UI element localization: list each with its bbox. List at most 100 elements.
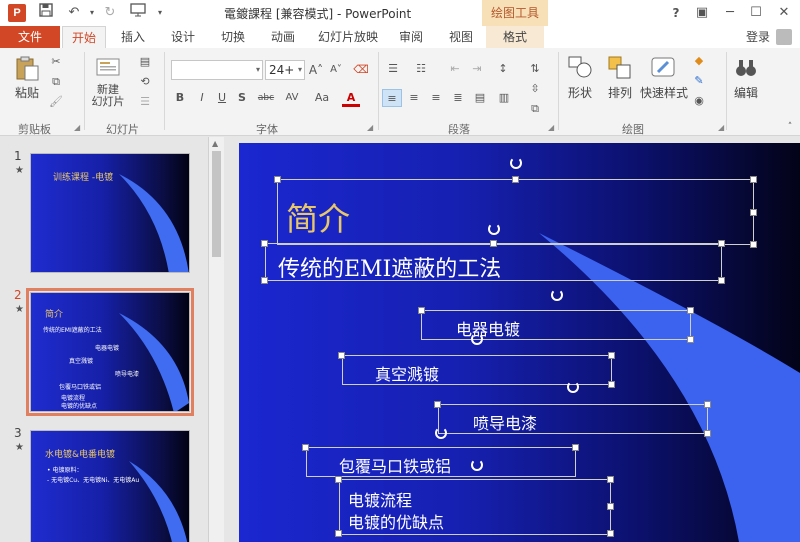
scroll-up-icon[interactable]: ▲ bbox=[212, 139, 218, 148]
font-launcher-icon[interactable]: ◢ bbox=[367, 123, 373, 132]
subtitle-placeholder[interactable]: 传统的EMI遮蔽的工法 bbox=[265, 243, 722, 282]
font-size-input[interactable]: 24+ ▾ bbox=[265, 60, 305, 80]
shape-fill-icon[interactable]: ◆ bbox=[690, 52, 708, 70]
resize-handle[interactable] bbox=[261, 277, 268, 284]
copy-icon[interactable]: ⧉ bbox=[48, 73, 64, 91]
resize-handle[interactable] bbox=[512, 176, 519, 183]
maximize-button[interactable]: ☐ bbox=[744, 3, 768, 23]
resize-handle[interactable] bbox=[704, 430, 711, 437]
slide-thumbnail-1[interactable]: 训练课程 -电镀 bbox=[30, 153, 190, 273]
tab-design[interactable]: 设计 bbox=[162, 26, 204, 48]
change-case-button[interactable]: Aa bbox=[308, 89, 336, 107]
justify-icon[interactable]: ≣ bbox=[448, 89, 468, 107]
resize-handle[interactable] bbox=[750, 209, 757, 216]
resize-handle[interactable] bbox=[607, 503, 614, 510]
font-color-button[interactable]: A bbox=[342, 89, 360, 107]
paragraph-launcher-icon[interactable]: ◢ bbox=[548, 123, 554, 132]
increase-indent-icon[interactable]: ⇥ bbox=[468, 60, 486, 78]
resize-handle[interactable] bbox=[335, 530, 342, 537]
slide-thumbnail-2[interactable]: 简介 传统的EMI遮蔽的工法 电器电镀 真空溅镀 喷导电漆 包覆马口铁或铝 电镀… bbox=[26, 288, 194, 416]
rotate-handle-icon[interactable] bbox=[435, 427, 447, 439]
distributed-icon[interactable]: ▤ bbox=[470, 89, 490, 107]
tab-format[interactable]: 格式 bbox=[486, 26, 544, 48]
undo-dropdown-icon[interactable]: ▾ bbox=[82, 3, 102, 23]
shapes-button[interactable]: 形状 bbox=[562, 54, 598, 101]
cut-icon[interactable]: ✂ bbox=[48, 53, 64, 71]
start-slideshow-icon[interactable] bbox=[128, 3, 148, 23]
resize-handle[interactable] bbox=[718, 240, 725, 247]
tab-home[interactable]: 开始 bbox=[62, 26, 106, 48]
rotate-handle-icon[interactable] bbox=[567, 381, 579, 393]
shape-outline-icon[interactable]: ✎ bbox=[690, 72, 708, 90]
tab-animations[interactable]: 动画 bbox=[262, 26, 304, 48]
align-right-icon[interactable]: ≡ bbox=[426, 89, 446, 107]
shape-effects-icon[interactable]: ◉ bbox=[690, 92, 708, 110]
rotate-handle-icon[interactable] bbox=[488, 223, 500, 235]
clipboard-launcher-icon[interactable]: ◢ bbox=[74, 123, 80, 132]
resize-handle[interactable] bbox=[607, 476, 614, 483]
resize-handle[interactable] bbox=[607, 530, 614, 537]
underline-button[interactable]: U bbox=[214, 89, 230, 107]
layout-icon[interactable]: ▤ bbox=[136, 53, 154, 71]
format-painter-icon[interactable]: 🖌 bbox=[48, 93, 64, 111]
section-icon[interactable]: ☰ bbox=[136, 93, 154, 111]
resize-handle[interactable] bbox=[261, 240, 268, 247]
align-center-icon[interactable]: ≡ bbox=[404, 89, 424, 107]
arrange-button[interactable]: 排列 bbox=[602, 54, 638, 101]
ribbon-display-options-button[interactable]: ▣ bbox=[690, 3, 714, 23]
current-slide[interactable]: 简介 传统的EMI遮蔽的工法 电器电镀 真空溅镀 喷导电漆 包覆马口铁或铝 电镀… bbox=[239, 143, 800, 542]
rotate-handle-icon[interactable] bbox=[510, 157, 522, 169]
new-slide-button[interactable]: 新建 幻灯片 bbox=[88, 54, 128, 108]
login-link[interactable]: 登录 bbox=[746, 26, 770, 48]
resize-handle[interactable] bbox=[335, 476, 342, 483]
italic-button[interactable]: I bbox=[194, 89, 210, 107]
resize-handle[interactable] bbox=[572, 444, 579, 451]
minimize-button[interactable]: ─ bbox=[718, 3, 742, 23]
resize-handle[interactable] bbox=[338, 352, 345, 359]
columns-icon[interactable]: ▥ bbox=[494, 89, 514, 107]
undo-icon[interactable]: ↶ bbox=[64, 3, 84, 23]
resize-handle[interactable] bbox=[750, 176, 757, 183]
grow-font-button[interactable]: A˄ bbox=[308, 61, 324, 79]
resize-handle[interactable] bbox=[302, 444, 309, 451]
smartart-icon[interactable]: ⧉ bbox=[526, 100, 544, 118]
text-box-bottom[interactable]: 电镀流程 电镀的优缺点 bbox=[339, 479, 611, 535]
resize-handle[interactable] bbox=[687, 336, 694, 343]
shrink-font-button[interactable]: A˅ bbox=[328, 61, 344, 79]
tab-transitions[interactable]: 切换 bbox=[212, 26, 254, 48]
resize-handle[interactable] bbox=[434, 401, 441, 408]
align-left-icon[interactable]: ≡ bbox=[382, 89, 402, 107]
clear-formatting-icon[interactable]: ⌫ bbox=[352, 61, 370, 79]
quick-styles-button[interactable]: 快速样式 bbox=[640, 54, 688, 101]
slide-thumbnail-3[interactable]: 水电镀&电番电镀 • 电镀原料： - 无电镀Cu、无电镀Ni、无电镀Au bbox=[30, 430, 190, 542]
resize-handle[interactable] bbox=[608, 352, 615, 359]
collapse-ribbon-icon[interactable]: ˄ bbox=[784, 118, 796, 136]
text-direction-icon[interactable]: ⇅ bbox=[526, 60, 544, 78]
resize-handle[interactable] bbox=[704, 401, 711, 408]
font-name-input[interactable]: ▾ bbox=[171, 60, 263, 80]
drawing-launcher-icon[interactable]: ◢ bbox=[718, 123, 724, 132]
bold-button[interactable]: B bbox=[172, 89, 188, 107]
text-box-item-3[interactable]: 喷导电漆 bbox=[438, 404, 708, 434]
text-box-item-1[interactable]: 电器电镀 bbox=[421, 310, 691, 340]
line-spacing-icon[interactable]: ↕ bbox=[494, 60, 512, 78]
close-button[interactable]: ✕ bbox=[772, 3, 796, 23]
resize-handle[interactable] bbox=[418, 307, 425, 314]
resize-handle[interactable] bbox=[687, 307, 694, 314]
resize-handle[interactable] bbox=[608, 381, 615, 388]
resize-handle[interactable] bbox=[274, 176, 281, 183]
bullets-icon[interactable]: ☰ bbox=[384, 60, 402, 78]
tab-review[interactable]: 审阅 bbox=[390, 26, 432, 48]
decrease-indent-icon[interactable]: ⇤ bbox=[446, 60, 464, 78]
customize-toolbar-icon[interactable]: ▾ bbox=[150, 3, 170, 23]
scrollbar-thumb[interactable] bbox=[212, 151, 221, 257]
redo-icon[interactable]: ↻ bbox=[100, 3, 120, 23]
tab-insert[interactable]: 插入 bbox=[112, 26, 154, 48]
help-button[interactable]: ? bbox=[664, 3, 688, 23]
paste-button[interactable]: 粘贴 bbox=[10, 54, 44, 101]
resize-handle[interactable] bbox=[490, 240, 497, 247]
tab-slideshow[interactable]: 幻灯片放映 bbox=[312, 26, 384, 48]
reset-icon[interactable]: ⟲ bbox=[136, 73, 154, 91]
avatar[interactable] bbox=[776, 29, 792, 45]
powerpoint-app-icon[interactable]: P bbox=[8, 4, 26, 22]
